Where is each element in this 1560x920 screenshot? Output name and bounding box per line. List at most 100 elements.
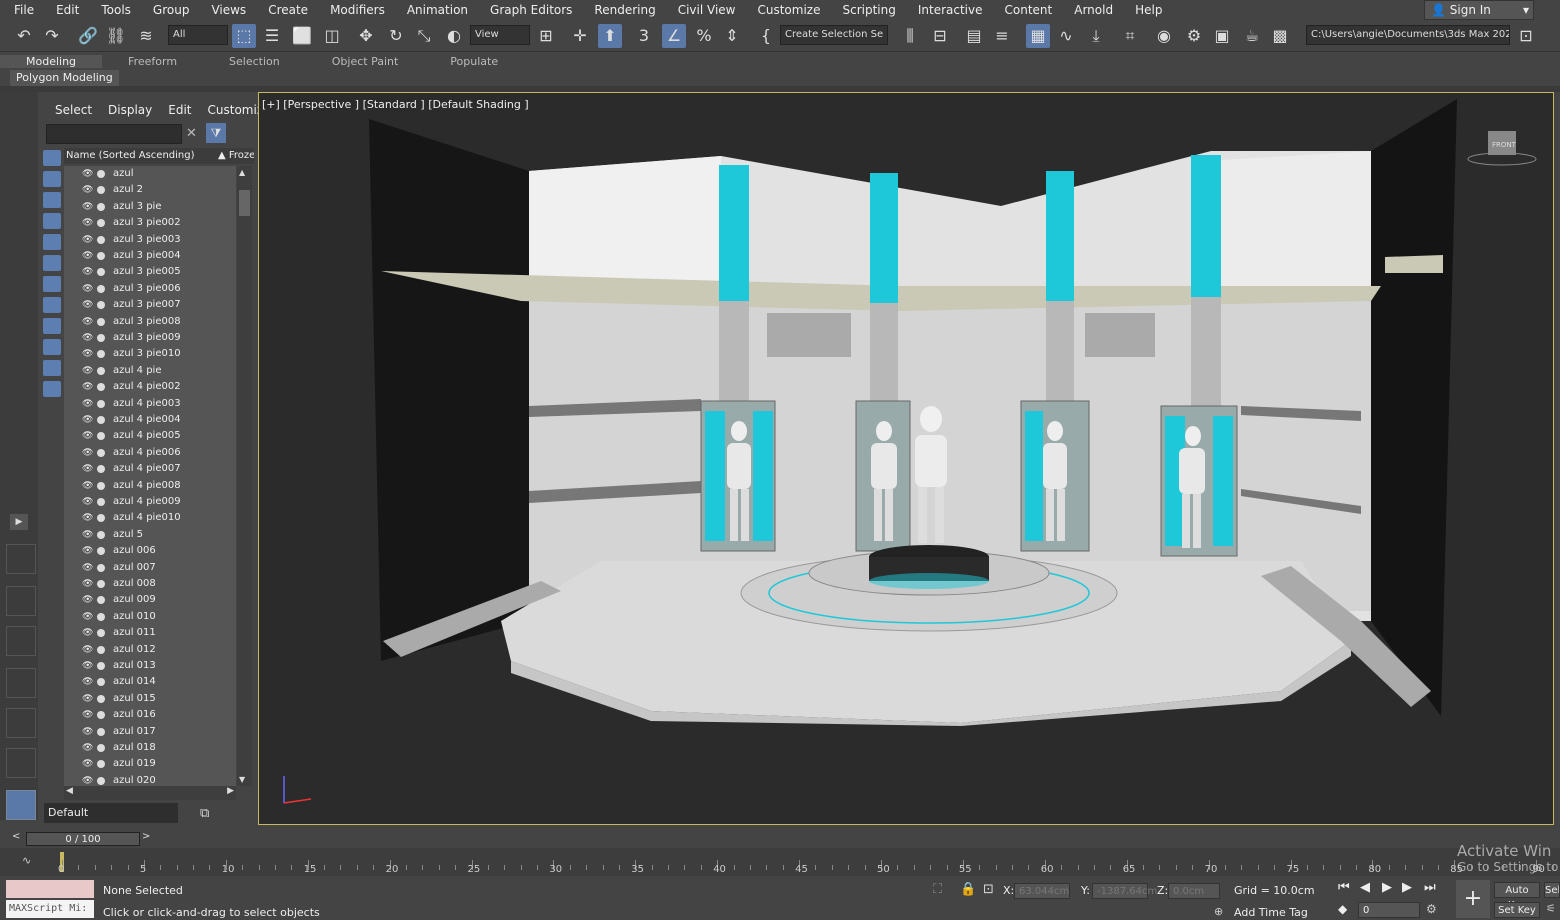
layout-tab-icon[interactable] bbox=[6, 544, 36, 574]
perspective-viewport[interactable]: FRONT bbox=[258, 92, 1554, 825]
ref-coord-dropdown[interactable]: View bbox=[470, 25, 530, 45]
object-dot-icon[interactable] bbox=[97, 530, 105, 539]
list-item[interactable]: 👁 azul 2 bbox=[64, 182, 236, 198]
eye-icon[interactable]: 👁 bbox=[82, 707, 93, 723]
name-column-header[interactable]: Name (Sorted Ascending) ▲ Froze bbox=[64, 148, 254, 164]
object-dot-icon[interactable] bbox=[97, 727, 105, 736]
set-key-button[interactable]: Set Key bbox=[1494, 902, 1540, 918]
object-dot-icon[interactable] bbox=[97, 235, 105, 244]
object-dot-icon[interactable] bbox=[97, 662, 105, 670]
add-time-tag[interactable]: Add Time Tag bbox=[1234, 906, 1308, 919]
clear-search-icon[interactable]: ✕ bbox=[186, 126, 197, 141]
list-item[interactable]: 👁 azul 017 bbox=[64, 724, 236, 740]
selection-filter-dropdown[interactable]: All bbox=[168, 25, 228, 45]
object-dot-icon[interactable] bbox=[97, 202, 105, 211]
explorer-filter-icon[interactable] bbox=[43, 234, 61, 250]
object-dot-icon[interactable] bbox=[97, 694, 105, 703]
object-dot-icon[interactable] bbox=[97, 645, 105, 654]
list-item[interactable]: 👁 azul 3 pie009 bbox=[64, 330, 236, 346]
next-frame-icon[interactable]: > bbox=[142, 831, 150, 842]
explorer-filter-icon[interactable] bbox=[43, 192, 61, 208]
object-dot-icon[interactable] bbox=[97, 612, 105, 621]
eye-icon[interactable]: 👁 bbox=[82, 478, 93, 494]
keyboard-shortcut-icon[interactable]: ⬆ bbox=[598, 24, 622, 48]
object-dot-icon[interactable] bbox=[97, 678, 105, 687]
selected-dropdown[interactable]: Sel bbox=[1544, 882, 1560, 898]
explorer-filter-icon[interactable] bbox=[43, 213, 61, 229]
eye-icon[interactable]: 👁 bbox=[82, 592, 93, 608]
eye-icon[interactable]: 👁 bbox=[82, 576, 93, 592]
key-mode-icon[interactable]: ◆ bbox=[1338, 902, 1347, 916]
eye-icon[interactable]: 👁 bbox=[82, 182, 93, 198]
eye-icon[interactable]: 👁 bbox=[82, 543, 93, 559]
project-folder-icon[interactable]: ⊡ bbox=[1514, 24, 1538, 48]
spinner-snap-icon[interactable]: ⇕ bbox=[720, 24, 744, 48]
layout-tab-icon[interactable] bbox=[6, 668, 36, 698]
list-item[interactable]: 👁 azul 3 pie007 bbox=[64, 297, 236, 313]
angle-snap-icon[interactable]: ∠ bbox=[662, 24, 686, 48]
object-dot-icon[interactable] bbox=[97, 399, 105, 408]
maxscript-listener-pink[interactable] bbox=[6, 880, 94, 898]
list-item[interactable]: 👁 azul 3 pie002 bbox=[64, 215, 236, 231]
align-icon[interactable]: ⊟ bbox=[928, 24, 952, 48]
list-item[interactable]: 👁 azul 4 pie010 bbox=[64, 510, 236, 526]
key-filters-icon[interactable]: ⚟ bbox=[1546, 902, 1556, 915]
list-item[interactable]: 👁 azul 009 bbox=[64, 592, 236, 608]
list-item[interactable]: 👁 azul 4 pie008 bbox=[64, 478, 236, 494]
mirror-icon[interactable]: ⫼ bbox=[898, 24, 922, 48]
object-dot-icon[interactable] bbox=[97, 366, 105, 375]
menu-civil-view[interactable]: Civil View bbox=[678, 3, 736, 17]
object-dot-icon[interactable] bbox=[97, 563, 105, 572]
layout-tab-icon[interactable] bbox=[6, 626, 36, 656]
list-item[interactable]: 👁 azul 3 pie005 bbox=[64, 264, 236, 280]
select-manipulate-icon[interactable]: ✛ bbox=[568, 24, 592, 48]
list-item[interactable]: 👁 azul bbox=[64, 166, 236, 182]
select-icon[interactable]: ⬚ bbox=[232, 24, 256, 48]
list-item[interactable]: 👁 azul 3 pie004 bbox=[64, 248, 236, 264]
list-item[interactable]: 👁 azul 013 bbox=[64, 658, 236, 674]
eye-icon[interactable]: 👁 bbox=[82, 756, 93, 772]
menu-arnold[interactable]: Arnold bbox=[1074, 3, 1113, 17]
list-item[interactable]: 👁 azul 4 pie009 bbox=[64, 494, 236, 510]
explorer-menu-select[interactable]: Select bbox=[55, 103, 92, 117]
menu-views[interactable]: Views bbox=[211, 3, 246, 17]
eye-icon[interactable]: 👁 bbox=[82, 445, 93, 461]
eye-icon[interactable]: 👁 bbox=[82, 297, 93, 313]
menu-interactive[interactable]: Interactive bbox=[918, 3, 983, 17]
object-dot-icon[interactable] bbox=[97, 268, 105, 277]
filter-icon[interactable]: ⧩ bbox=[206, 123, 226, 143]
menu-modifiers[interactable]: Modifiers bbox=[330, 3, 385, 17]
eye-icon[interactable]: 👁 bbox=[82, 330, 93, 346]
vertical-scrollbar[interactable]: ▲ ▼ bbox=[237, 166, 252, 786]
ribbon-tab-freeform[interactable]: Freeform bbox=[102, 55, 203, 68]
ribbon-toggle-icon[interactable]: ▦ bbox=[1026, 24, 1050, 48]
object-dot-icon[interactable] bbox=[97, 580, 105, 588]
prev-frame-icon[interactable]: < bbox=[12, 831, 20, 842]
menu-graph-editors[interactable]: Graph Editors bbox=[490, 3, 572, 17]
explorer-filter-icon[interactable] bbox=[43, 381, 61, 397]
render-setup-icon[interactable]: ⚙ bbox=[1182, 24, 1206, 48]
eye-icon[interactable]: 👁 bbox=[82, 560, 93, 576]
layer-explorer-icon[interactable]: ≡ bbox=[990, 24, 1014, 48]
object-dot-icon[interactable] bbox=[97, 383, 105, 392]
eye-icon[interactable]: 👁 bbox=[82, 248, 93, 264]
scroll-left-icon[interactable]: ◀ bbox=[66, 786, 73, 796]
object-dot-icon[interactable] bbox=[97, 170, 105, 178]
ribbon-tab-selection[interactable]: Selection bbox=[203, 55, 306, 68]
list-item[interactable]: 👁 azul 020 bbox=[64, 773, 236, 786]
list-item[interactable]: 👁 azul 008 bbox=[64, 576, 236, 592]
object-dot-icon[interactable] bbox=[97, 219, 105, 228]
list-item[interactable]: 👁 azul 4 pie004 bbox=[64, 412, 236, 428]
object-dot-icon[interactable] bbox=[97, 711, 105, 720]
menu-customize[interactable]: Customize bbox=[757, 3, 820, 17]
eye-icon[interactable]: 👁 bbox=[82, 396, 93, 412]
list-item[interactable]: 👁 azul 015 bbox=[64, 691, 236, 707]
list-item[interactable]: 👁 azul 3 pie008 bbox=[64, 314, 236, 330]
list-item[interactable]: 👁 azul 3 pie bbox=[64, 199, 236, 215]
list-item[interactable]: 👁 azul 014 bbox=[64, 674, 236, 690]
object-dot-icon[interactable] bbox=[97, 776, 105, 785]
scroll-right-icon[interactable]: ▶ bbox=[227, 786, 234, 796]
list-item[interactable]: 👁 azul 3 pie006 bbox=[64, 281, 236, 297]
edit-named-sets-icon[interactable]: { bbox=[754, 24, 778, 48]
move-icon[interactable]: ✥ bbox=[354, 24, 378, 48]
